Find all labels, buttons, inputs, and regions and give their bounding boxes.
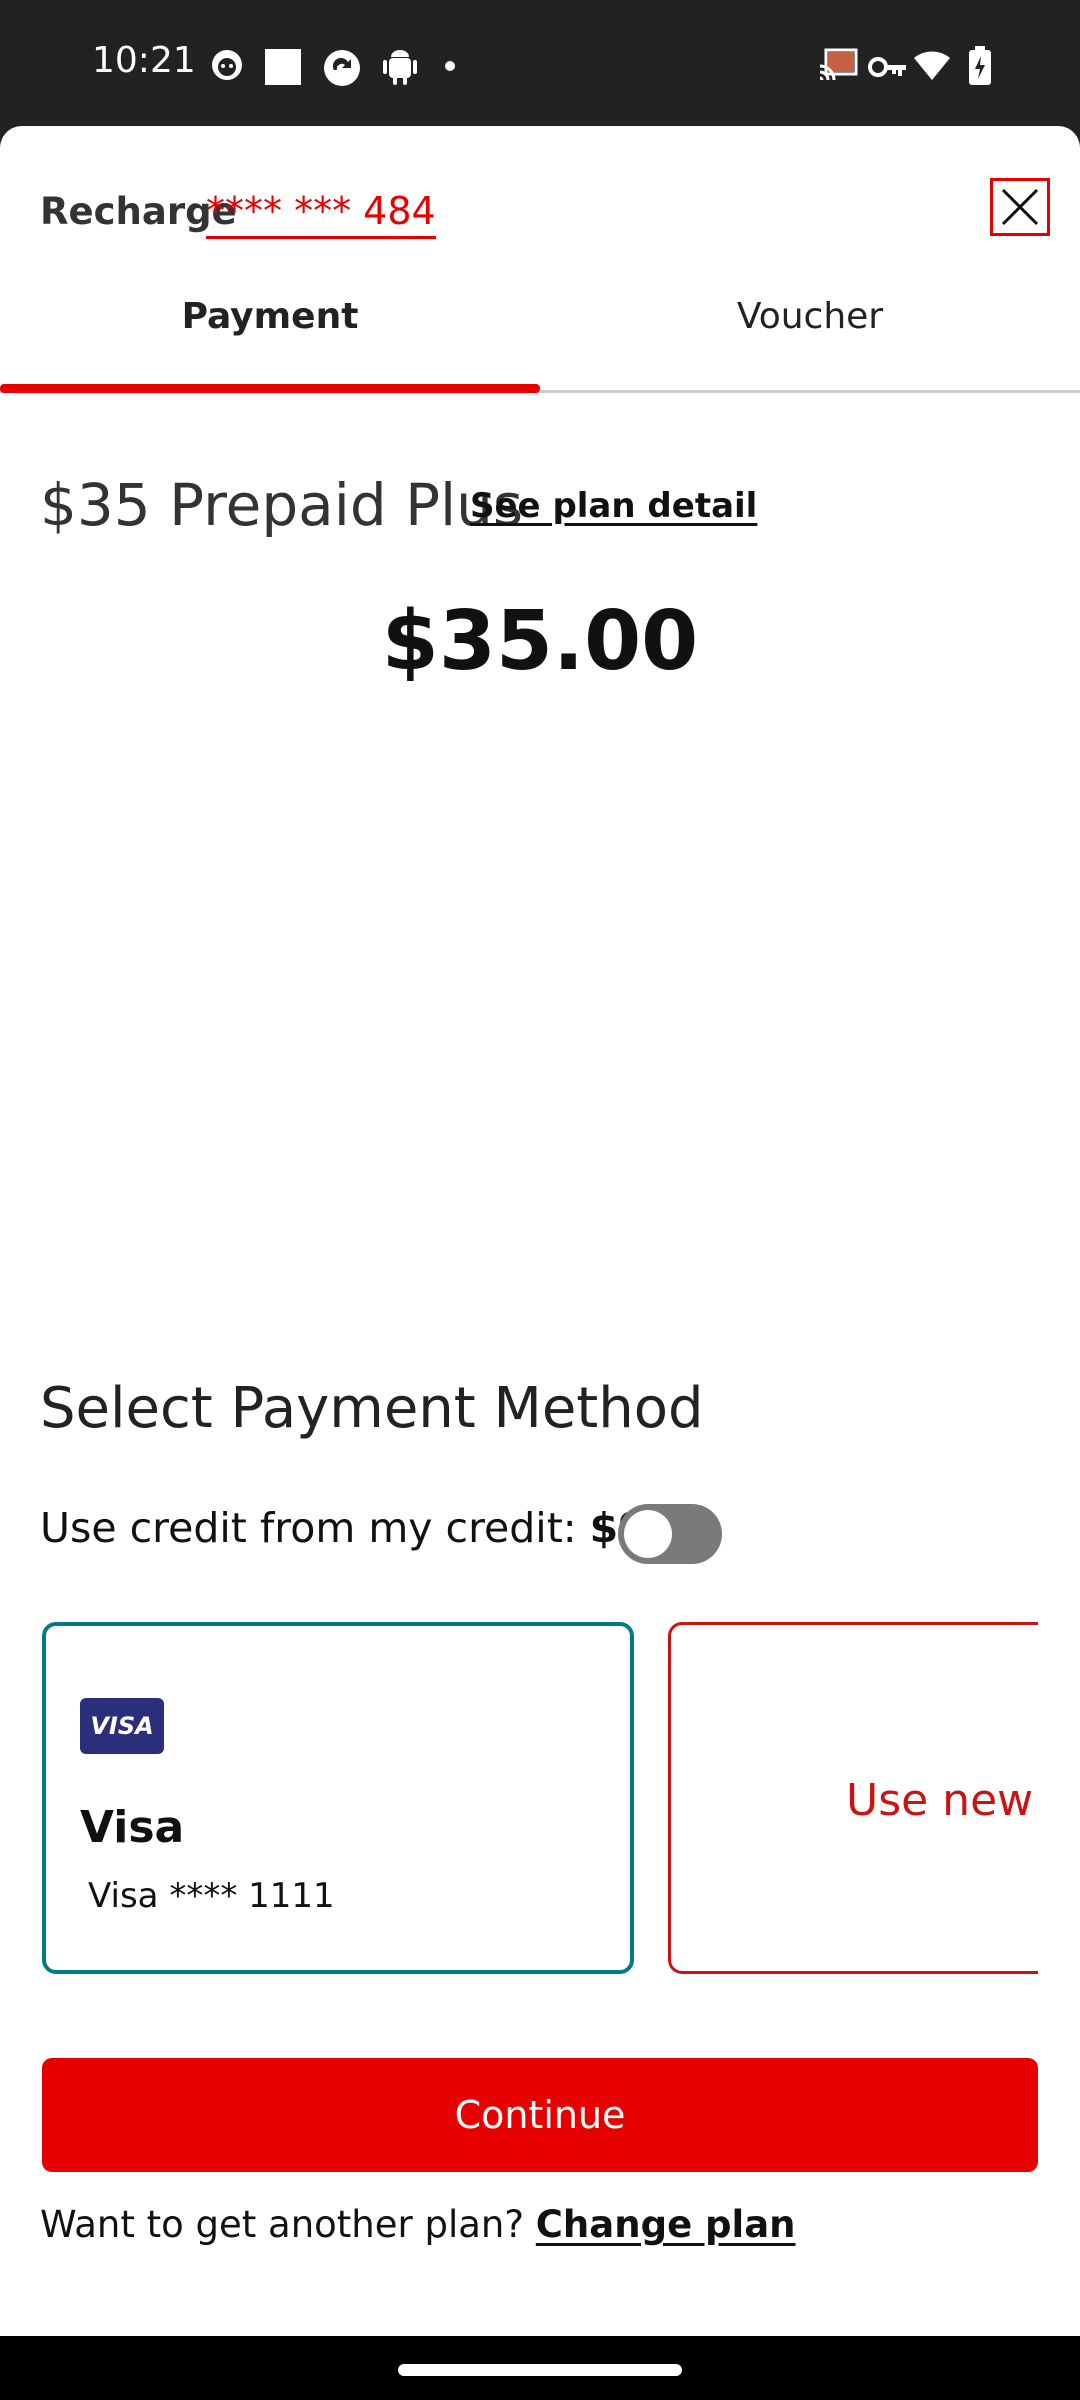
sync-icon [324, 50, 360, 86]
change-plan-prompt: Want to get another plan? [40, 2203, 536, 2246]
use-credit-toggle[interactable] [618, 1504, 722, 1564]
status-bar: 10:21 [0, 0, 1080, 126]
tab-payment[interactable]: Payment [0, 296, 540, 337]
use-new-card[interactable]: Use new [668, 1622, 1080, 1974]
card-number: Visa **** 1111 [88, 1876, 335, 1916]
card-title: Visa [80, 1802, 185, 1853]
payment-method-heading: Select Payment Method [40, 1376, 704, 1441]
home-gesture-handle[interactable] [398, 2364, 682, 2376]
toggle-knob [624, 1510, 672, 1558]
status-time: 10:21 [92, 40, 196, 81]
tab-active-indicator [0, 384, 540, 393]
cast-icon [819, 48, 858, 81]
dot-icon [445, 61, 455, 71]
visa-logo-icon: VISA [80, 1698, 164, 1754]
credit-label: Use credit from my credit: $93 [40, 1504, 675, 1552]
cat-face-icon [212, 50, 242, 80]
android-icon [383, 50, 417, 85]
edge-mask [1038, 1606, 1080, 1996]
vpn-key-icon [868, 57, 906, 77]
close-icon [1001, 188, 1039, 226]
use-new-card-label: Use new [846, 1775, 1034, 1826]
square-icon [265, 49, 301, 85]
change-plan-row: Want to get another plan? Change plan [40, 2203, 796, 2246]
battery-charging-icon [969, 46, 991, 85]
recharge-sheet: Recharge **** *** 484 Payment Voucher $3… [0, 126, 1080, 2336]
continue-button[interactable]: Continue [42, 2058, 1038, 2172]
plan-price: $35.00 [381, 594, 699, 689]
change-plan-link[interactable]: Change plan [536, 2203, 796, 2246]
service-number-link[interactable]: **** *** 484 [206, 188, 436, 239]
credit-label-text: Use credit from my credit: [40, 1504, 590, 1552]
wifi-icon [914, 51, 950, 80]
see-plan-detail-link[interactable]: See plan detail [470, 486, 757, 526]
close-button[interactable] [990, 178, 1050, 236]
tab-voucher[interactable]: Voucher [540, 296, 1080, 337]
saved-card-visa[interactable]: VISA Visa Visa **** 1111 [42, 1622, 634, 1974]
plan-name: $35 Prepaid Plus [40, 471, 524, 539]
